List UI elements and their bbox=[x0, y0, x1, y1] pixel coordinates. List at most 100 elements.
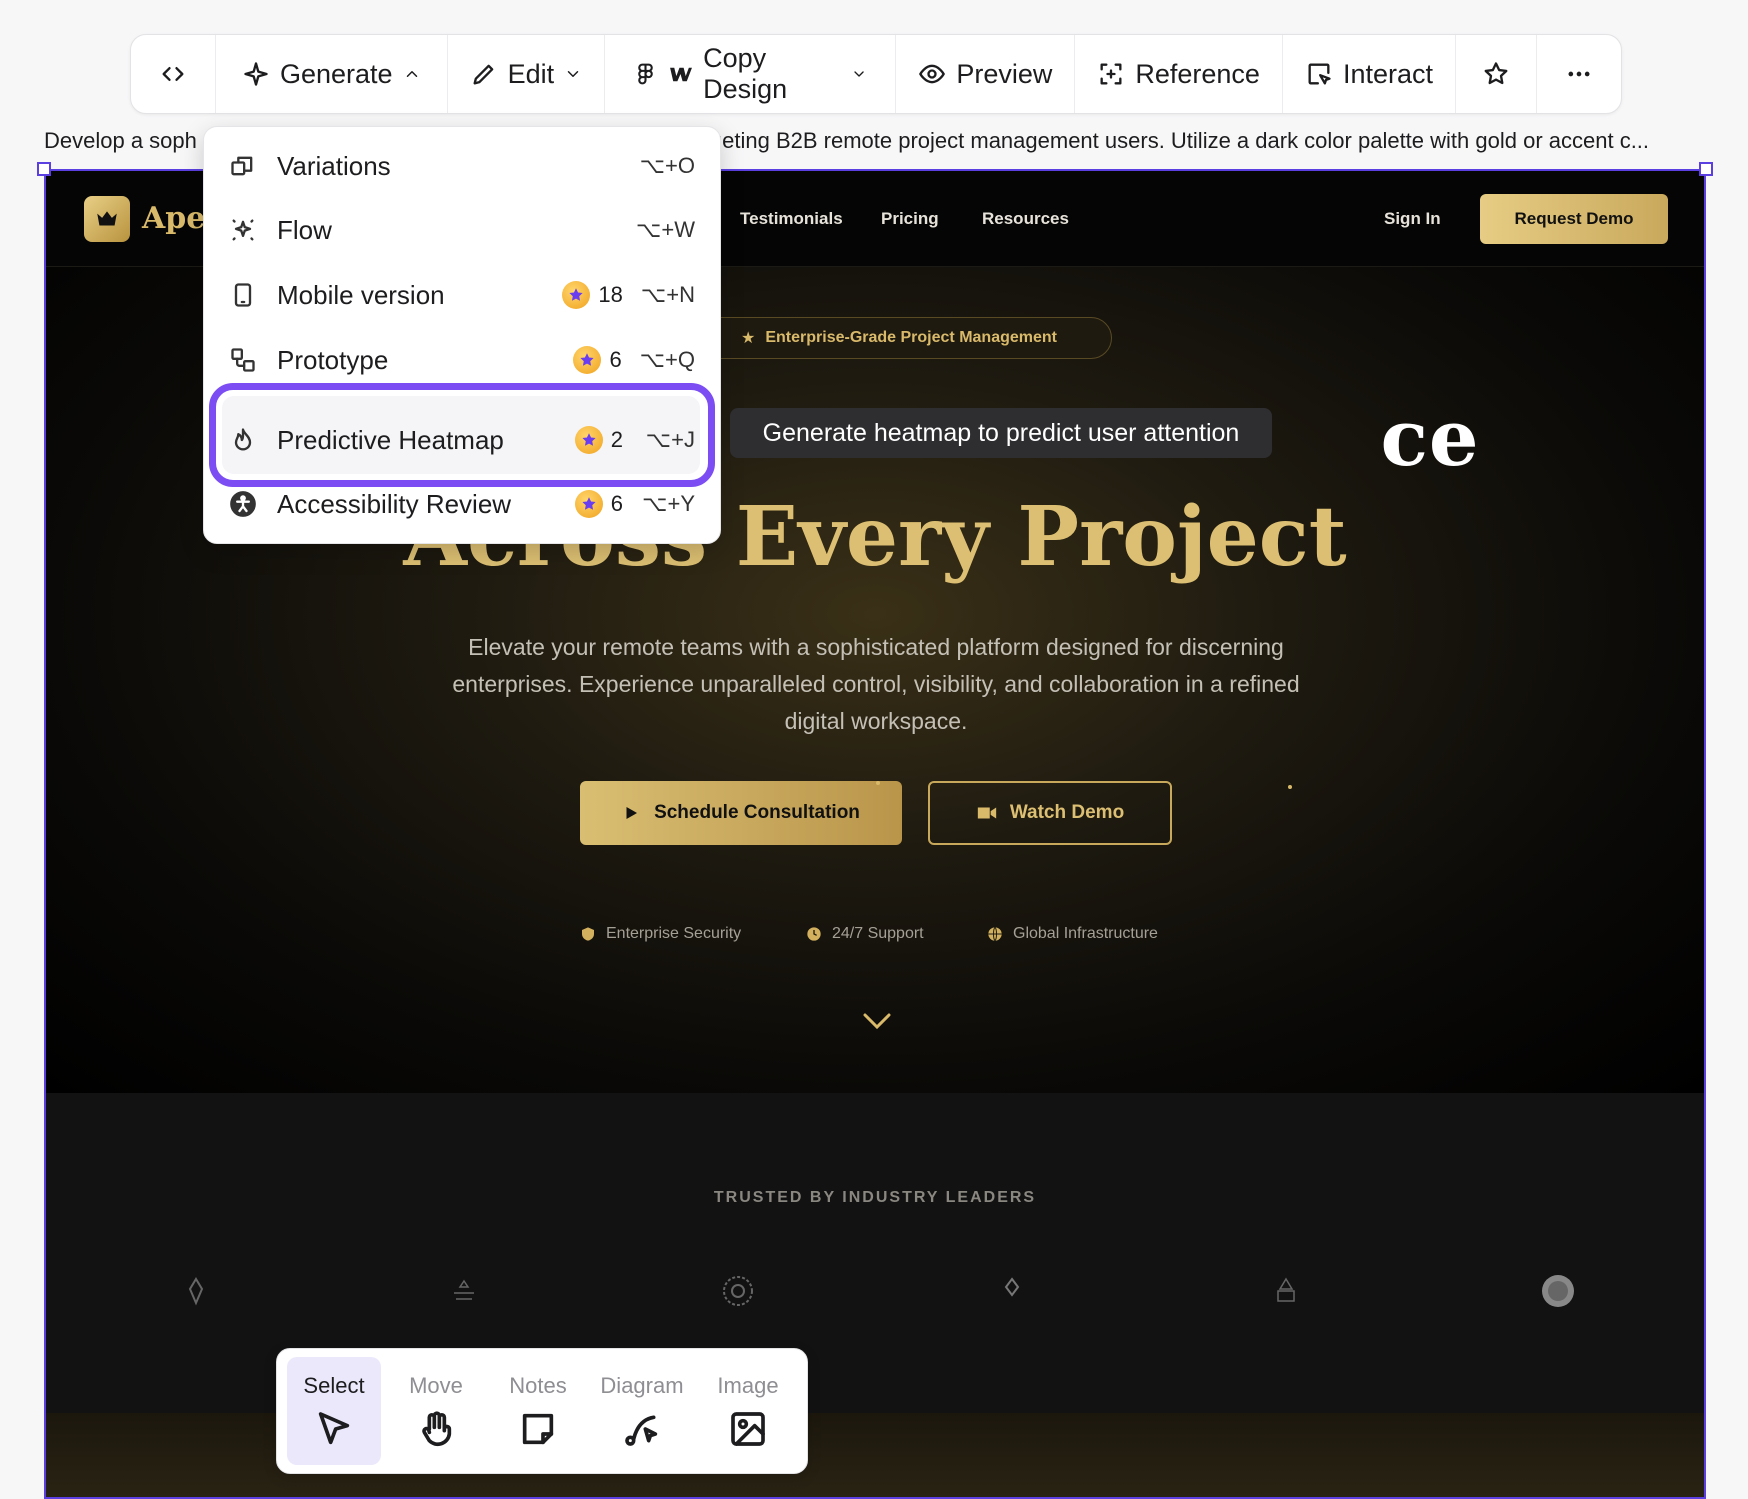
reference-button[interactable]: Reference bbox=[1075, 35, 1283, 113]
feature-security: Enterprise Security bbox=[580, 925, 741, 943]
figma-icon bbox=[638, 63, 653, 85]
favorite-button[interactable] bbox=[1456, 35, 1537, 113]
partner-logo-icon bbox=[454, 1279, 474, 1300]
tool-move[interactable]: Move bbox=[389, 1357, 483, 1465]
menu-item-shortcut: ⌥+Q bbox=[639, 347, 695, 372]
nav-link-pricing[interactable]: Pricing bbox=[881, 209, 939, 229]
menu-item-variations[interactable]: Variations ⌥+O bbox=[229, 144, 695, 188]
schedule-consultation-button[interactable]: Schedule Consultation bbox=[580, 781, 902, 845]
interact-label: Interact bbox=[1342, 58, 1433, 89]
menu-item-label: Accessibility Review bbox=[277, 488, 512, 519]
copy-design-button[interactable]: Copy Design bbox=[605, 35, 897, 113]
hand-icon bbox=[422, 1411, 452, 1447]
interact-button[interactable]: Interact bbox=[1283, 35, 1456, 113]
feature-support-label: 24/7 Support bbox=[832, 925, 924, 942]
menu-item-cost-value: 18 bbox=[598, 282, 623, 307]
menu-item-cost: 18 bbox=[562, 281, 623, 309]
decorative-particle bbox=[876, 781, 880, 785]
tool-label: Diagram bbox=[600, 1373, 684, 1398]
prototype-icon bbox=[229, 346, 257, 374]
hero-headline-fragment: ce bbox=[1380, 393, 1480, 484]
menu-item-cost: 6 bbox=[573, 346, 622, 374]
feature-support: 24/7 Support bbox=[806, 925, 924, 943]
watch-demo-button[interactable]: Watch Demo bbox=[928, 781, 1172, 845]
reference-label: Reference bbox=[1135, 58, 1260, 89]
resize-handle[interactable] bbox=[37, 162, 51, 176]
code-icon bbox=[162, 67, 184, 82]
chevron-up-icon bbox=[406, 71, 417, 77]
credit-coin-icon bbox=[573, 346, 602, 374]
generate-label: Generate bbox=[280, 58, 393, 89]
menu-item-shortcut: ⌥+O bbox=[639, 153, 695, 178]
menu-item-predictive-heatmap[interactable]: Predictive Heatmap 2 ⌥+J bbox=[229, 418, 695, 462]
menu-item-prototype[interactable]: Prototype 6 ⌥+Q bbox=[229, 338, 695, 382]
preview-button[interactable]: Preview bbox=[896, 35, 1076, 113]
resize-handle[interactable] bbox=[1699, 162, 1713, 176]
code-view-button[interactable] bbox=[131, 35, 216, 113]
nav-link-resources[interactable]: Resources bbox=[982, 209, 1069, 229]
more-horizontal-icon bbox=[1568, 71, 1590, 77]
hero-subtitle: Elevate your remote teams with a sophist… bbox=[452, 634, 1300, 734]
flow-icon bbox=[229, 216, 257, 244]
tool-notes[interactable]: Notes bbox=[491, 1357, 585, 1465]
star-icon: ★ bbox=[741, 330, 756, 347]
decorative-particle bbox=[1288, 785, 1292, 789]
menu-item-shortcut: ⌥+Y bbox=[642, 491, 695, 516]
menu-item-label: Prototype bbox=[277, 344, 389, 375]
flame-icon bbox=[229, 426, 257, 454]
menu-item-label: Flow bbox=[277, 214, 332, 245]
tool-label: Select bbox=[303, 1373, 365, 1398]
tool-label: Move bbox=[409, 1373, 463, 1398]
menu-item-flow[interactable]: Flow ⌥+W bbox=[229, 208, 695, 252]
credit-coin-icon bbox=[562, 281, 591, 309]
hero-badge: ★ Enterprise-Grade Project Management bbox=[686, 317, 1112, 359]
more-button[interactable] bbox=[1537, 35, 1621, 113]
menu-item-shortcut: ⌥+J bbox=[645, 427, 695, 452]
request-demo-button[interactable]: Request Demo bbox=[1480, 194, 1668, 244]
sticky-note-icon bbox=[522, 1413, 554, 1445]
copy-design-label: Copy Design bbox=[703, 43, 788, 104]
partner-logo-icon bbox=[1542, 1275, 1574, 1307]
shield-icon bbox=[582, 927, 594, 941]
crown-logo-icon bbox=[84, 196, 130, 242]
accessibility-icon bbox=[229, 490, 257, 518]
cursor-arrow-icon bbox=[318, 1412, 350, 1445]
tool-image[interactable]: Image bbox=[701, 1357, 795, 1465]
tool-label: Image bbox=[717, 1373, 779, 1398]
schedule-consultation-label: Schedule Consultation bbox=[654, 802, 860, 823]
webflow-icon bbox=[670, 67, 693, 82]
edit-button[interactable]: Edit bbox=[448, 35, 606, 113]
menu-item-cost: 2 bbox=[574, 426, 623, 454]
menu-item-shortcut: ⌥+W bbox=[636, 217, 695, 242]
cursor-box-icon bbox=[1308, 63, 1331, 85]
chevron-down-icon bbox=[854, 71, 864, 77]
video-camera-icon bbox=[977, 807, 996, 819]
prompt-text-start: Develop a soph bbox=[44, 128, 197, 153]
generate-button[interactable]: Generate bbox=[216, 35, 448, 113]
mobile-icon bbox=[229, 281, 257, 309]
partner-logo-icon bbox=[188, 1277, 204, 1306]
tool-diagram[interactable]: Diagram bbox=[587, 1357, 697, 1465]
menu-item-accessibility-review[interactable]: Accessibility Review 6 ⌥+Y bbox=[229, 482, 695, 526]
scroll-down-chevron-icon[interactable] bbox=[862, 1011, 892, 1031]
hero-badge-text: Enterprise-Grade Project Management bbox=[765, 329, 1057, 346]
credit-coin-icon bbox=[574, 490, 603, 518]
preview-label: Preview bbox=[956, 58, 1053, 89]
nav-link-testimonials[interactable]: Testimonials bbox=[740, 209, 843, 229]
star-icon bbox=[1484, 62, 1508, 85]
tool-select[interactable]: Select bbox=[287, 1357, 381, 1465]
diagram-pen-icon bbox=[625, 1415, 658, 1446]
menu-item-label: Predictive Heatmap bbox=[277, 424, 504, 455]
edit-label: Edit bbox=[507, 58, 555, 89]
feature-infrastructure-label: Global Infrastructure bbox=[1013, 925, 1158, 942]
sign-in-link[interactable]: Sign In bbox=[1384, 209, 1441, 229]
menu-item-mobile-version[interactable]: Mobile version 18 ⌥+N bbox=[229, 273, 695, 317]
menu-item-shortcut: ⌥+N bbox=[640, 282, 695, 307]
menu-item-cost-value: 6 bbox=[609, 347, 622, 372]
credit-coin-icon bbox=[574, 426, 603, 454]
feature-security-label: Enterprise Security bbox=[606, 925, 742, 942]
globe-icon bbox=[988, 926, 1002, 942]
menu-item-label: Variations bbox=[277, 150, 391, 181]
eye-icon bbox=[919, 64, 946, 84]
variations-icon bbox=[229, 152, 257, 180]
